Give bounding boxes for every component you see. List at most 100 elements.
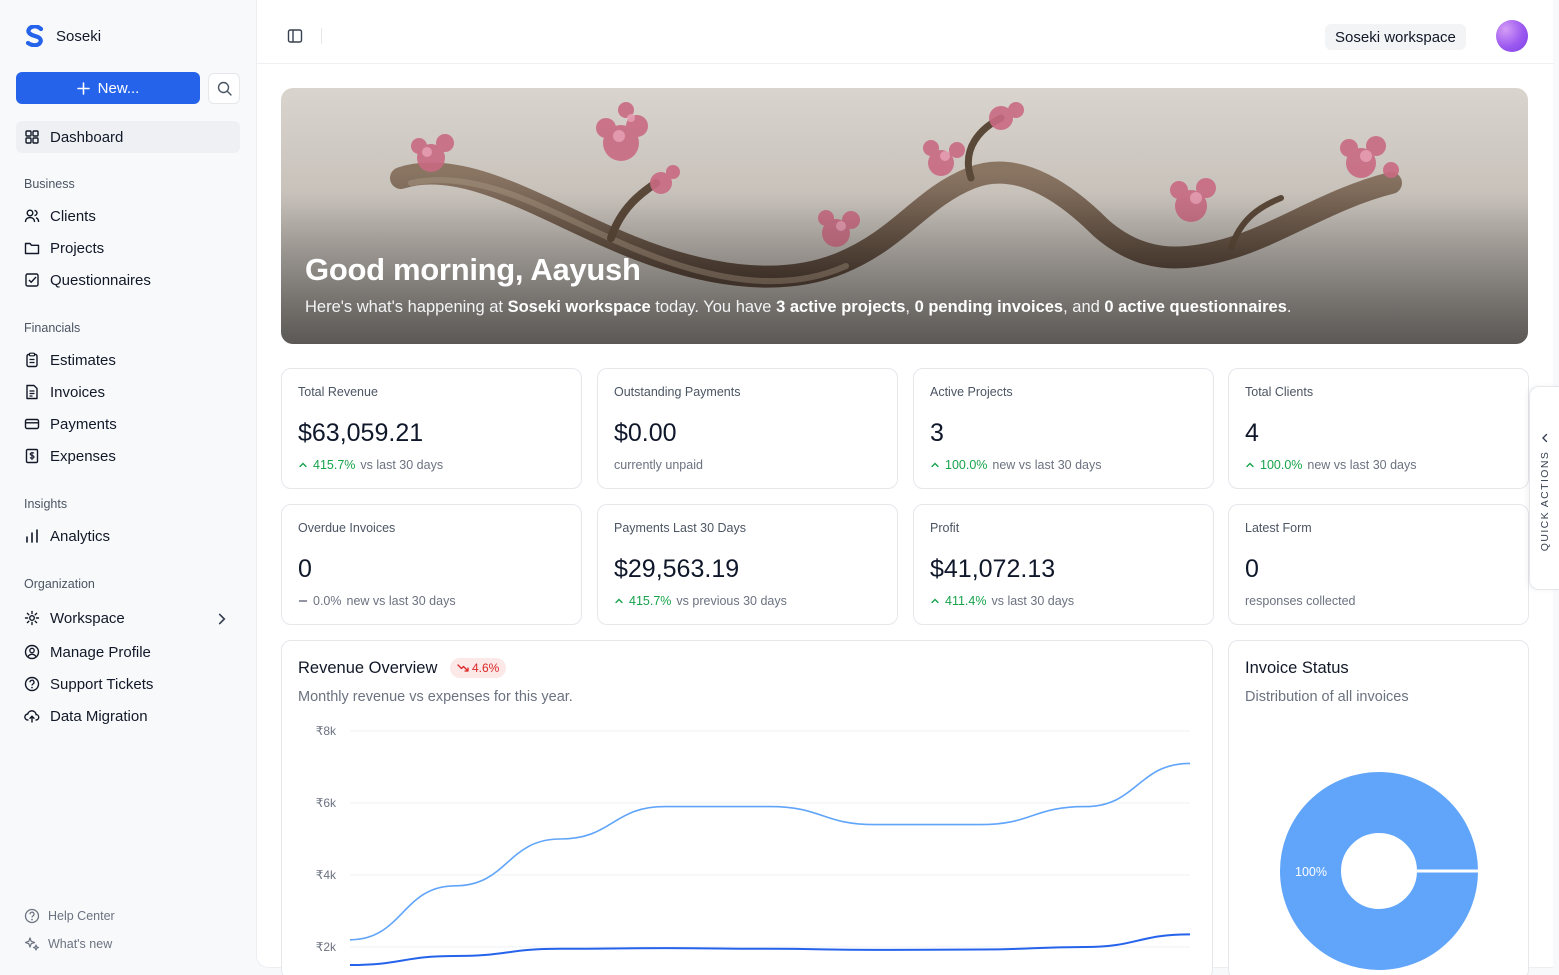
workspace-switcher[interactable]: Soseki workspace xyxy=(1325,24,1466,50)
soseki-logo-icon xyxy=(26,25,44,47)
stat-footer: 411.4% vs last 30 days xyxy=(930,594,1074,608)
sidebar-item-payments[interactable]: Payments xyxy=(16,408,240,440)
sidebar-item-questionnaires[interactable]: Questionnaires xyxy=(16,264,240,296)
welcome-banner: Good morning, Aayush Here's what's happe… xyxy=(281,88,1528,344)
sidebar-toggle-icon[interactable] xyxy=(287,28,303,44)
new-button[interactable]: New... xyxy=(16,72,200,104)
sidebar-item-manage-profile[interactable]: Manage Profile xyxy=(16,636,240,668)
search-icon xyxy=(217,81,232,96)
stat-label: Active Projects xyxy=(930,385,1013,399)
main-panel: Soseki workspace Good morning, Aayush He… xyxy=(256,0,1554,975)
sidebar-item-clients[interactable]: Clients xyxy=(16,200,240,232)
sidebar-item-invoices[interactable]: Invoices xyxy=(16,376,240,408)
stat-card-payments-last-30[interactable]: Payments Last 30 Days $29,563.19 415.7% … xyxy=(597,504,898,625)
sidebar-item-label: Support Tickets xyxy=(50,675,154,693)
summary-text: , and xyxy=(1063,298,1105,316)
sidebar-item-label: Analytics xyxy=(50,527,111,545)
stat-value: $63,059.21 xyxy=(298,419,424,447)
help-circle-icon xyxy=(24,676,40,692)
sidebar-item-label: Payments xyxy=(50,415,117,433)
chevron-up-icon xyxy=(299,462,307,468)
sidebar-item-label: Dashboard xyxy=(50,128,124,146)
whats-new-label: What's new xyxy=(48,937,113,951)
stat-change: 0.0% xyxy=(313,594,342,608)
users-icon xyxy=(24,209,40,223)
clipboard-icon xyxy=(26,352,38,368)
sidebar-item-label: Projects xyxy=(50,239,105,257)
stat-change: 100.0% xyxy=(945,458,988,472)
sidebar-item-data-migration[interactable]: Data Migration xyxy=(16,700,240,732)
chevron-right-icon xyxy=(218,613,226,625)
summary-text: . xyxy=(1286,298,1292,316)
quick-actions-tab[interactable]: QUICK ACTIONS xyxy=(1529,386,1559,590)
stat-card-overdue-invoices[interactable]: Overdue Invoices 0 0.0% new vs last 30 d… xyxy=(281,504,582,625)
stat-card-outstanding-payments[interactable]: Outstanding Payments $0.00 currently unp… xyxy=(597,368,898,489)
summary-text: , xyxy=(905,298,915,316)
bar-chart-icon xyxy=(26,529,38,543)
stat-value: $41,072.13 xyxy=(930,555,1056,583)
sidebar: Soseki New... Dashboard Business Clients… xyxy=(0,0,256,975)
invoice-status-donut-chart: 100% xyxy=(1280,772,1480,970)
stat-card-total-revenue[interactable]: Total Revenue $63,059.21 415.7% vs last … xyxy=(281,368,582,489)
help-center-link[interactable]: Help Center xyxy=(24,908,115,924)
y-tick-label: ₹8k xyxy=(316,724,337,738)
sidebar-item-dashboard[interactable]: Dashboard xyxy=(16,121,240,153)
sidebar-item-label: Workspace xyxy=(50,609,125,627)
section-label-business: Business xyxy=(24,177,75,191)
stat-note: vs last 30 days xyxy=(991,594,1075,608)
chevron-up-icon xyxy=(931,598,939,604)
stat-label: Latest Form xyxy=(1245,521,1312,535)
stat-change: 100.0% xyxy=(1260,458,1303,472)
sidebar-item-projects[interactable]: Projects xyxy=(16,232,240,264)
stat-note: new vs last 30 days xyxy=(346,594,456,608)
whats-new-link[interactable]: What's new xyxy=(24,936,112,952)
file-text-icon xyxy=(26,384,38,400)
stat-label: Payments Last 30 Days xyxy=(614,521,747,535)
search-button[interactable] xyxy=(208,73,240,104)
brand-name: Soseki xyxy=(56,27,102,45)
stat-value: 0 xyxy=(1245,555,1259,583)
folder-icon xyxy=(24,242,40,255)
topbar: Soseki workspace xyxy=(257,0,1554,64)
stat-value: $29,563.19 xyxy=(614,555,740,583)
sidebar-item-label: Manage Profile xyxy=(50,643,151,661)
series-line xyxy=(349,933,1191,966)
sidebar-item-estimates[interactable]: Estimates xyxy=(16,344,240,376)
stat-value: $0.00 xyxy=(614,419,677,447)
series-line xyxy=(349,762,1191,941)
stat-card-profit[interactable]: Profit $41,072.13 411.4% vs last 30 days xyxy=(913,504,1214,625)
stat-change: 411.4% xyxy=(945,594,987,608)
brand[interactable]: Soseki xyxy=(26,25,101,47)
checkbox-icon xyxy=(25,273,39,287)
avatar[interactable] xyxy=(1496,20,1528,52)
sidebar-item-expenses[interactable]: Expenses xyxy=(16,440,240,472)
revenue-overview-card: Revenue Overview 4.6% Monthly revenue vs… xyxy=(281,640,1213,975)
section-label-financials: Financials xyxy=(24,321,81,335)
sidebar-item-label: Estimates xyxy=(50,351,116,369)
stat-label: Total Clients xyxy=(1245,385,1314,399)
stat-card-total-clients[interactable]: Total Clients 4 100.0% new vs last 30 da… xyxy=(1228,368,1529,489)
section-label-insights: Insights xyxy=(24,497,68,511)
stat-card-latest-form[interactable]: Latest Form 0 responses collected xyxy=(1228,504,1529,625)
plus-icon xyxy=(76,81,90,95)
greeting-summary: Here's what's happening at Soseki worksp… xyxy=(305,298,1292,317)
stat-footer: 100.0% new vs last 30 days xyxy=(930,458,1102,472)
stat-value: 4 xyxy=(1245,419,1259,447)
gear-icon xyxy=(24,610,40,626)
y-tick-label: ₹6k xyxy=(316,796,337,810)
y-tick-label: ₹4k xyxy=(316,868,337,882)
quick-actions-label: QUICK ACTIONS xyxy=(1539,450,1551,552)
stat-note: new vs last 30 days xyxy=(992,458,1102,472)
summary-text: today. You have xyxy=(650,298,777,316)
sidebar-item-label: Data Migration xyxy=(50,707,148,725)
chevron-left-icon xyxy=(1542,433,1548,443)
stat-card-active-projects[interactable]: Active Projects 3 100.0% new vs last 30 … xyxy=(913,368,1214,489)
receipt-icon xyxy=(25,448,39,464)
stat-footer: 415.7% vs last 30 days xyxy=(298,458,443,472)
sidebar-item-analytics[interactable]: Analytics xyxy=(16,520,240,552)
summary-workspace: Soseki workspace xyxy=(507,298,651,316)
sidebar-item-support-tickets[interactable]: Support Tickets xyxy=(16,668,240,700)
help-center-label: Help Center xyxy=(48,909,115,923)
sidebar-item-label: Questionnaires xyxy=(50,271,151,289)
sidebar-item-workspace[interactable]: Workspace xyxy=(16,602,240,634)
